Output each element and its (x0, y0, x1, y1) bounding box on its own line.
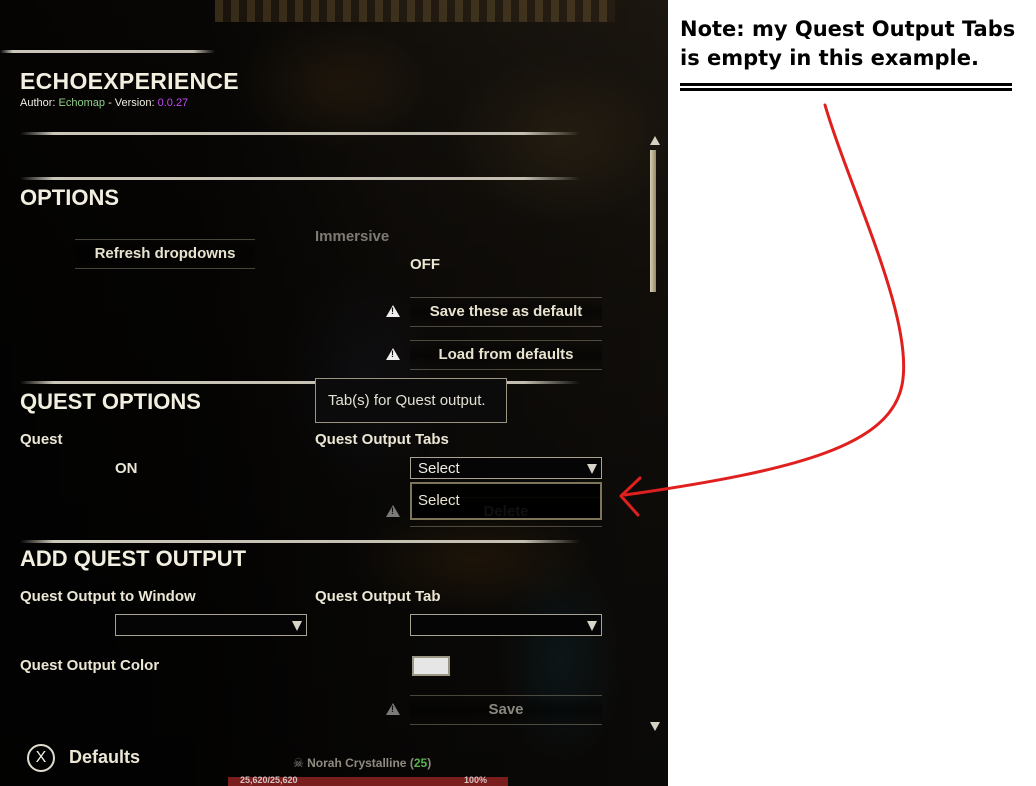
annotation-arrow (619, 103, 906, 517)
